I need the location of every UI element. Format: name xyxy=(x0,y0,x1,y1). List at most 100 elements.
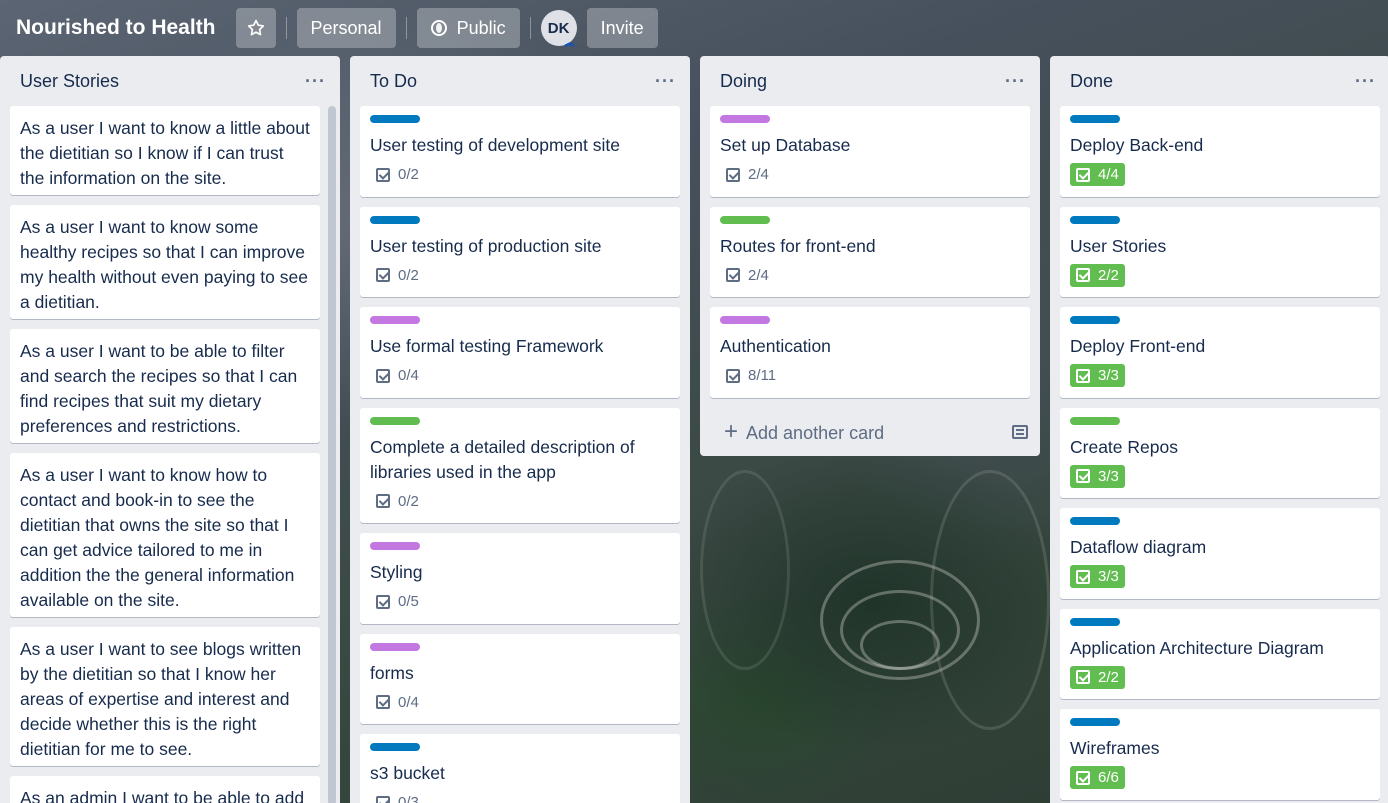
checklist-count: 0/4 xyxy=(398,367,419,384)
card[interactable]: As an admin I want to be able to add xyxy=(10,776,320,803)
checklist-count: 3/3 xyxy=(1098,568,1119,585)
card[interactable]: User Stories 2/2 xyxy=(1060,206,1380,297)
more-icon[interactable]: ··· xyxy=(655,71,676,92)
card-template-icon[interactable] xyxy=(1012,424,1028,439)
checklist-icon xyxy=(376,268,390,282)
avatar-initials: DK xyxy=(547,19,570,37)
card[interactable]: User testing of production site 0/2 xyxy=(360,206,680,297)
checklist-badge-complete: 3/3 xyxy=(1070,464,1125,488)
avatar[interactable]: DK ︽ xyxy=(540,10,577,49)
checklist-icon xyxy=(1076,368,1090,383)
checklist-badge-complete: 6/6 xyxy=(1070,766,1125,789)
checklist-icon xyxy=(1076,569,1090,584)
checklist-count: 0/2 xyxy=(398,166,419,183)
list-title[interactable]: Done xyxy=(1070,71,1113,92)
card-title: forms xyxy=(370,662,414,683)
card[interactable]: As a user I want to know how to contact … xyxy=(10,453,320,617)
list-title[interactable]: To Do xyxy=(370,71,417,92)
checklist-icon xyxy=(1076,268,1090,282)
card[interactable]: Use formal testing Framework 0/4 xyxy=(360,307,680,398)
card[interactable]: Dataflow diagram 3/3 xyxy=(1060,508,1380,599)
checklist-badge: 8/11 xyxy=(720,364,782,387)
card-title: Application Architecture Diagram xyxy=(1070,637,1324,658)
card[interactable]: s3 bucket 0/3 xyxy=(360,734,680,803)
checklist-count: 2/2 xyxy=(1098,266,1119,284)
card[interactable]: User testing of development site 0/2 xyxy=(360,106,680,197)
card-title: Authentication xyxy=(720,336,831,356)
checklist-count: 8/11 xyxy=(748,367,777,384)
card-title: User testing of production site xyxy=(370,235,602,256)
personal-button[interactable]: Personal xyxy=(296,8,396,48)
card[interactable]: As a user I want to be able to filter an… xyxy=(10,329,320,443)
checklist-icon xyxy=(726,368,740,383)
checklist-count: 0/3 xyxy=(398,794,419,803)
card[interactable]: Styling 0/5 xyxy=(360,533,680,624)
header-divider xyxy=(529,17,531,39)
card-title: As a user I want to know how to contact … xyxy=(20,465,295,610)
list-title[interactable]: Doing xyxy=(720,71,767,92)
list-header: Doing ··· xyxy=(700,56,1040,106)
checklist-badge: 0/4 xyxy=(370,364,425,387)
more-icon[interactable]: ··· xyxy=(1005,71,1026,92)
list-title[interactable]: User Stories xyxy=(20,71,119,92)
card[interactable]: Routes for front-end 2/4 xyxy=(710,206,1030,297)
card-title: Dataflow diagram xyxy=(1070,537,1207,557)
star-button[interactable] xyxy=(235,8,276,48)
card-title: Routes for front-end xyxy=(720,235,876,256)
card[interactable]: Set up Database 2/4 xyxy=(710,106,1030,197)
more-icon[interactable]: ··· xyxy=(1355,71,1376,92)
checklist-count: 0/2 xyxy=(398,266,419,284)
visibility-button[interactable]: Public xyxy=(416,8,520,48)
card-title: As an admin I want to be able to add xyxy=(20,788,305,803)
card-title: Create Repos xyxy=(1070,436,1178,457)
checklist-count: 2/4 xyxy=(748,266,769,284)
card-title: s3 bucket xyxy=(370,763,445,783)
card[interactable]: forms 0/4 xyxy=(360,633,680,724)
card[interactable]: As a user I want to see blogs written by… xyxy=(10,627,320,766)
card-label xyxy=(370,115,420,123)
card[interactable]: As a user I want to know a little about … xyxy=(10,106,320,195)
card[interactable]: Deploy Back-end 4/4 xyxy=(1060,106,1380,197)
card-label xyxy=(1070,718,1120,726)
card-title: Wireframes xyxy=(1070,738,1160,758)
card-label xyxy=(1070,215,1120,224)
checklist-count: 0/5 xyxy=(398,593,419,610)
checklist-badge: 0/4 xyxy=(370,691,425,714)
invite-button[interactable]: Invite xyxy=(586,8,658,48)
list-done: Done ··· Deploy Back-end 4/4 User Storie… xyxy=(1050,56,1388,803)
card-title: Use formal testing Framework xyxy=(370,336,604,356)
list-to-do: To Do ··· User testing of development si… xyxy=(350,56,690,803)
admin-chevron-icon: ︽ xyxy=(564,38,575,49)
card[interactable]: Deploy Front-end 3/3 xyxy=(1060,307,1380,398)
more-icon[interactable]: ··· xyxy=(305,71,326,92)
checklist-count: 3/3 xyxy=(1098,367,1119,384)
card[interactable]: As a user I want to know some healthy re… xyxy=(10,205,320,319)
globe-icon xyxy=(430,20,447,36)
checklist-icon xyxy=(376,167,390,182)
board-title[interactable]: Nourished to Health xyxy=(16,16,216,40)
checklist-badge-complete: 2/2 xyxy=(1070,263,1125,287)
checklist-icon xyxy=(376,494,390,508)
board-header: Nourished to Health Personal Public DK ︽… xyxy=(0,0,1388,56)
add-card-button[interactable]: + Add another card xyxy=(700,408,1040,456)
card[interactable]: Application Architecture Diagram 2/2 xyxy=(1060,608,1380,699)
card-label xyxy=(1070,617,1120,626)
card[interactable]: Authentication 8/11 xyxy=(710,307,1030,398)
checklist-icon xyxy=(376,795,390,803)
card[interactable]: Complete a detailed description of libra… xyxy=(360,407,680,523)
checklist-icon xyxy=(376,695,390,709)
checklist-badge: 0/2 xyxy=(370,490,425,513)
plus-icon: + xyxy=(724,417,739,445)
checklist-icon xyxy=(1076,469,1090,483)
checklist-icon xyxy=(1076,167,1090,182)
card[interactable]: Create Repos 3/3 xyxy=(1060,407,1380,498)
card-title: User Stories xyxy=(1070,235,1167,256)
checklist-badge-complete: 4/4 xyxy=(1070,163,1125,186)
checklist-badge: 0/3 xyxy=(370,791,425,803)
card-title: Deploy Front-end xyxy=(1070,336,1206,356)
card-label xyxy=(370,316,420,324)
header-divider xyxy=(285,17,287,39)
list-scrollbar[interactable] xyxy=(328,106,336,803)
card[interactable]: Wireframes 6/6 xyxy=(1060,709,1380,800)
checklist-badge: 0/5 xyxy=(370,590,425,613)
